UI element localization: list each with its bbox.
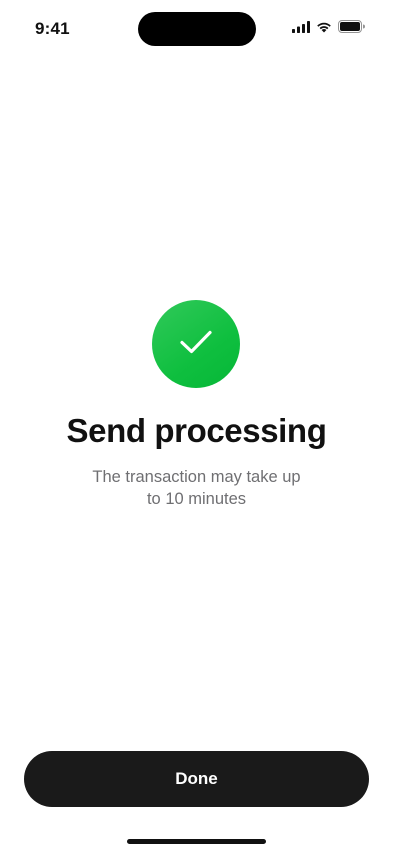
success-badge (152, 300, 240, 388)
done-button[interactable]: Done (24, 751, 369, 807)
battery-icon (338, 20, 365, 33)
status-bar: 9:41 (0, 0, 393, 54)
page-subtitle: The transaction may take up to 10 minute… (92, 468, 301, 508)
checkmark-icon (179, 329, 213, 360)
cellular-signal-icon (292, 20, 310, 33)
dynamic-island (138, 12, 256, 46)
status-icons (292, 20, 365, 33)
page-title: Send processing (66, 412, 327, 449)
wifi-icon (316, 21, 332, 33)
home-indicator[interactable] (127, 839, 266, 844)
status-time: 9:41 (35, 19, 70, 38)
